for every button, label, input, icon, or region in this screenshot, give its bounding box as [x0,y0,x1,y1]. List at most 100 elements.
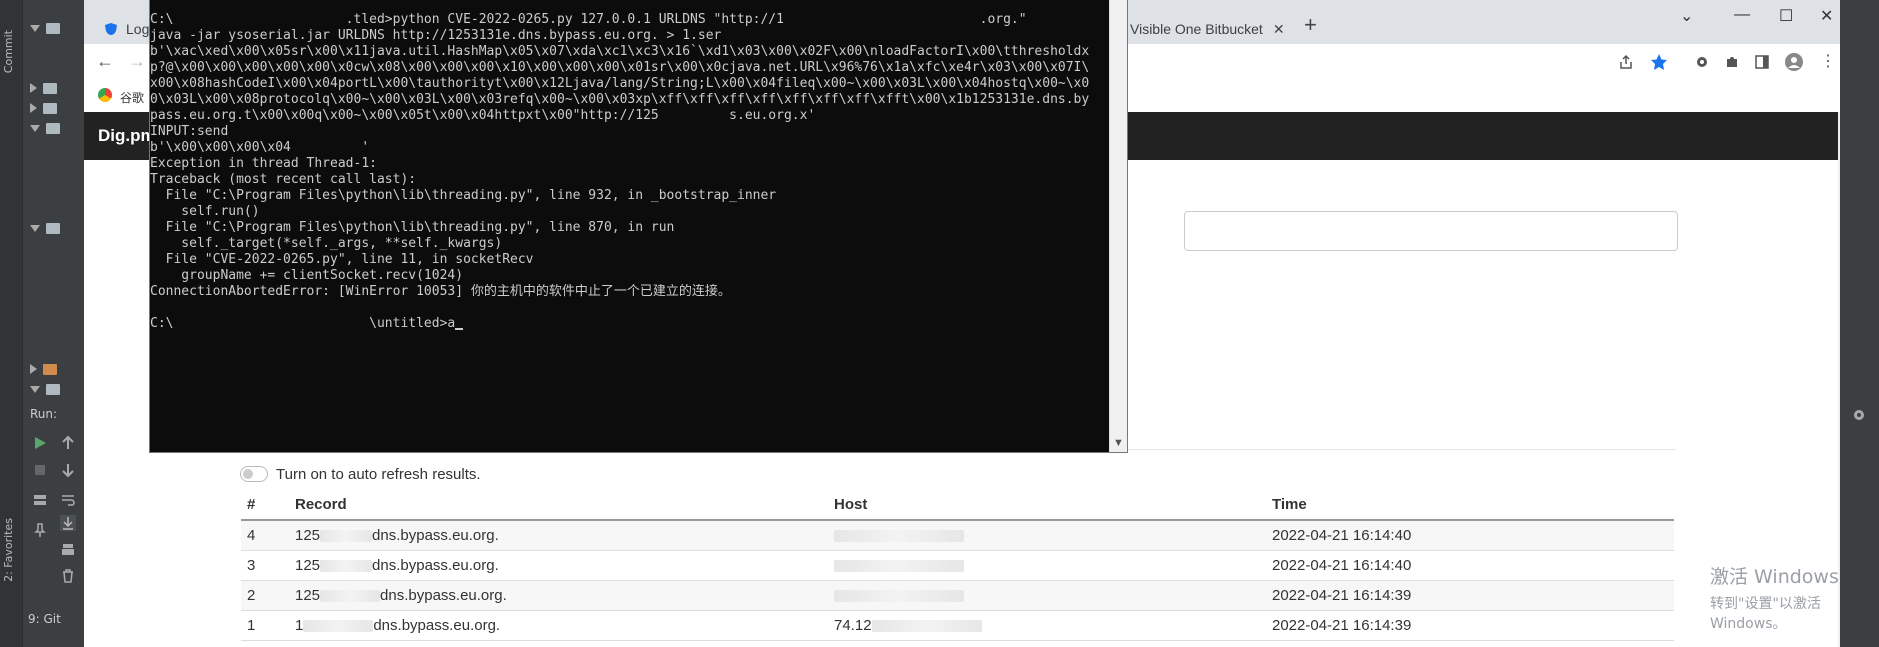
ide-tool-stripe: Commit 2: Favorites [0,0,23,647]
bookmark-star-icon[interactable] [1650,53,1668,71]
tab-search-icon[interactable]: ⌄ [1680,6,1693,26]
table-row: 2 125 dns.bypass.eu.org. 2022-04-21 16:14… [241,580,1674,611]
ide-right-panel [1840,0,1879,647]
console-line: File "C:\Program Files\python\lib\thread… [150,220,675,235]
cell-record: 125 dns.bypass.eu.org. [289,580,828,611]
console-line: INPUT:send [150,124,229,139]
scroll-down-arrow-icon[interactable]: ▼ [1113,437,1124,449]
site-brand-link[interactable]: Dig.pm [98,126,156,146]
maximize-button[interactable]: ☐ [1779,6,1793,26]
cell-num: 2 [241,580,289,611]
commit-tool-tab[interactable]: Commit [2,30,20,73]
cell-host [828,580,1266,611]
console-line: b'\xac\xed\x00\x05sr\x00\x11java.util.Ha… [150,44,1090,59]
extension-gear-icon[interactable] [1694,54,1710,70]
close-window-button[interactable]: ✕ [1820,6,1833,26]
side-panel-icon[interactable] [1754,54,1770,70]
project-tree-row[interactable] [30,118,84,138]
folder-icon [43,102,57,114]
folder-icon [43,363,57,375]
cell-num: 1 [241,610,289,641]
windows-activation-watermark: 激活 Windows 转到"设置"以激活 Windows。 [1710,562,1840,633]
soft-wrap-icon[interactable] [60,492,76,508]
record-prefix: 1 [295,617,304,634]
arrow-up-icon[interactable] [60,435,76,451]
redacted-blur [320,560,373,573]
tab-label: Visible One Bitbucket [1130,21,1263,37]
puzzle-extensions-icon[interactable] [1724,54,1740,70]
host-value: 74.12 [834,617,872,634]
run-play-icon[interactable] [32,435,48,451]
collapse-arrow-icon [30,364,37,374]
layout-icon[interactable] [32,492,48,508]
redacted-blur [303,620,374,633]
watermark-line2: 转到"设置"以激活 Windows。 [1710,596,1821,632]
console-line: pass.eu.org.t\x00\x00q\x00~\x00\x05t\x00… [150,108,816,123]
auto-refresh-toggle[interactable] [240,466,268,482]
console-line: p?@\x00\x00\x00\x00\x00\x0cw\x08\x00\x00… [150,60,1090,75]
console-scrollbar[interactable]: ▼ [1109,0,1127,452]
cell-time: 2022-04-21 16:14:40 [1266,550,1674,581]
project-tree-row[interactable] [30,379,84,399]
redacted-blur [834,590,964,603]
scroll-to-end-icon[interactable] [60,515,76,531]
auto-refresh-label: Turn on to auto refresh results. [276,466,481,483]
console-line: Traceback (most recent call last): [150,172,417,187]
redacted-blur [320,530,373,543]
trash-icon[interactable] [60,568,76,584]
git-tool-tab[interactable]: 9: Git [28,612,61,626]
redacted-blur [871,620,982,633]
share-icon[interactable] [1618,54,1634,70]
folder-icon [46,122,60,134]
cell-time: 2022-04-21 16:14:39 [1266,610,1674,641]
arrow-down-icon[interactable] [60,462,76,478]
favorites-tool-tab[interactable]: 2: Favorites [2,518,20,582]
console-line: b'\x00\x00\x00\x04 ' [150,140,370,155]
redacted-blur [320,590,381,603]
menu-dots-icon[interactable]: ⋮ [1820,51,1836,71]
cell-host [828,550,1266,581]
expand-arrow-icon [30,224,40,232]
collapse-arrow-icon [30,103,37,113]
record-prefix: 125 [295,587,321,604]
cell-record: 1 dns.bypass.eu.org. [289,610,828,641]
folder-icon [46,383,60,395]
table-header-row: # Record Host Time [241,490,1674,521]
folder-icon [43,82,57,94]
gear-icon[interactable] [1852,408,1866,422]
pin-icon[interactable] [32,522,48,538]
close-icon[interactable]: ✕ [1273,21,1285,38]
cmd-console-window[interactable]: C:\ .tled>python CVE-2022-0265.py 127.0.… [149,0,1128,453]
project-tree-row[interactable] [30,218,84,238]
record-suffix: dns.bypass.eu.org. [372,527,499,544]
console-line: C:\ .tled>python CVE-2022-0265.py 127.0.… [150,12,1027,27]
record-prefix: 125 [295,557,321,574]
dns-records-table: # Record Host Time 4 125 dns.bypass.eu.or… [241,490,1674,641]
project-tree-row[interactable] [30,98,84,118]
col-header-time: Time [1266,490,1674,521]
commit-tab-label: Commit [2,30,15,74]
minimize-button[interactable]: — [1734,6,1750,24]
redacted-blur [834,530,964,543]
back-icon[interactable]: ← [96,51,114,72]
print-icon[interactable] [60,542,76,558]
favorites-tab-label: 2: Favorites [2,518,15,582]
record-suffix: dns.bypass.eu.org. [373,617,501,634]
bookmark-item[interactable]: 谷歌 [120,89,144,106]
col-header-num: # [241,490,289,521]
expand-arrow-icon [30,385,40,393]
forward-icon[interactable]: → [128,51,146,72]
project-tree-row[interactable] [30,78,84,98]
project-tree-row[interactable] [30,18,84,38]
new-tab-button[interactable]: + [1304,12,1317,38]
cell-num: 3 [241,550,289,581]
project-tree-row[interactable] [30,359,84,379]
redacted-blur [834,560,964,573]
run-panel-label: Run: [30,407,58,421]
console-line: 0\x03L\x00\x08protocolq\x00~\x00\x03L\x0… [150,92,1090,107]
profile-avatar-icon[interactable] [1784,52,1804,72]
stop-icon[interactable] [32,462,48,478]
domain-input[interactable] [1184,211,1678,251]
